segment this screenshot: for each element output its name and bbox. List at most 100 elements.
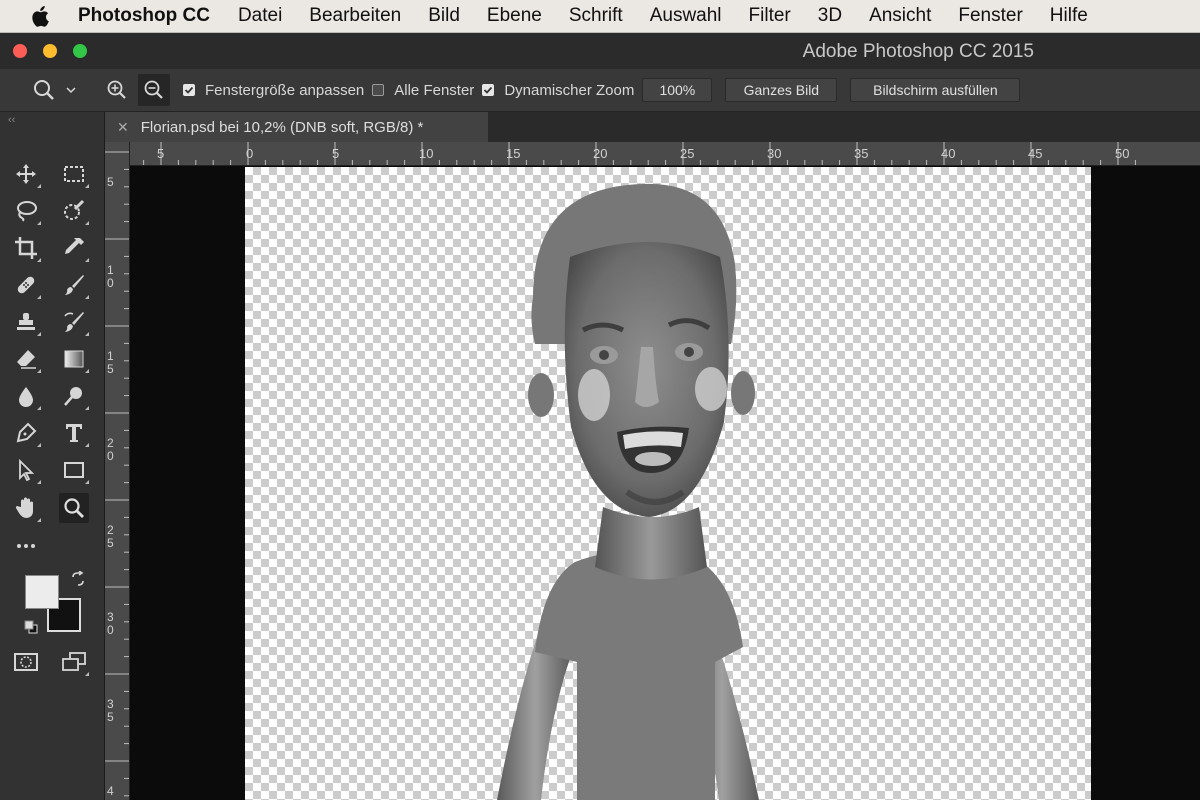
tool-flyout-indicator — [85, 443, 89, 447]
healing-brush-tool[interactable] — [11, 270, 41, 300]
zoom-100-button[interactable]: 100% — [642, 78, 713, 102]
zoom-out-icon — [144, 80, 163, 99]
menu-auswahl[interactable]: Auswahl — [650, 5, 722, 27]
ruler-label: 0 — [246, 146, 254, 161]
menu-3d[interactable]: 3D — [818, 5, 842, 27]
ruler-label: 5 — [157, 146, 165, 161]
document-tab[interactable]: ✕ Florian.psd bei 10,2% (DNB soft, RGB/8… — [105, 112, 488, 142]
tool-flyout-indicator — [37, 480, 41, 484]
type-tool[interactable] — [59, 418, 89, 448]
tool-flyout-indicator — [85, 258, 89, 262]
all-windows-label: Alle Fenster — [394, 81, 475, 99]
window-title: Adobe Photoshop CC 2015 — [802, 41, 1034, 62]
tool-flyout-indicator — [85, 369, 89, 373]
tool-flyout-indicator — [37, 221, 41, 225]
rectangle-tool[interactable] — [59, 455, 89, 485]
tool-flyout-indicator — [37, 258, 41, 262]
dynamic-zoom-checkbox[interactable] — [482, 84, 495, 96]
app-menu-photoshop[interactable]: Photoshop CC — [78, 5, 210, 27]
ruler-label: 45 — [1028, 146, 1043, 161]
document-canvas[interactable] — [245, 167, 1091, 800]
screen-mode-icon — [62, 652, 86, 671]
menu-ebene[interactable]: Ebene — [487, 5, 542, 27]
hand-tool[interactable] — [11, 493, 41, 523]
ruler-label: 4 — [107, 784, 114, 798]
close-tab-icon[interactable]: ✕ — [117, 119, 129, 136]
crop-tool[interactable] — [11, 233, 41, 263]
tool-flyout-indicator — [37, 369, 41, 373]
ruler-label: 25 — [680, 146, 695, 161]
gradient-tool[interactable] — [59, 344, 89, 374]
fit-window-checkbox[interactable] — [183, 84, 195, 96]
zoom-icon — [64, 498, 84, 518]
menu-filter[interactable]: Filter — [749, 5, 791, 27]
tool-preset-picker[interactable] — [28, 78, 78, 102]
marquee-tool[interactable] — [59, 159, 89, 189]
move-icon — [16, 164, 36, 184]
tool-flyout-indicator — [37, 406, 41, 410]
ruler-label: 50 — [1115, 146, 1130, 161]
ruler-label: 20 — [107, 436, 114, 463]
screen-mode-button[interactable] — [59, 647, 89, 677]
crop-icon — [15, 237, 37, 259]
path-selection-tool[interactable] — [11, 455, 41, 485]
fill-screen-button[interactable]: Bildschirm ausfüllen — [850, 78, 1021, 102]
move-tool[interactable] — [11, 159, 41, 189]
menu-hilfe[interactable]: Hilfe — [1050, 5, 1088, 27]
brush-icon — [65, 275, 84, 295]
eraser-tool[interactable] — [11, 344, 41, 374]
tool-flyout-indicator — [37, 518, 41, 522]
collapse-panel-icon[interactable]: ‹‹ — [8, 114, 15, 126]
tool-flyout-indicator — [85, 221, 89, 225]
eraser-icon — [17, 350, 36, 369]
rectangle-icon — [64, 462, 84, 478]
eyedropper-icon — [65, 238, 84, 254]
ruler-label: 5 — [107, 175, 114, 189]
zoom-tool[interactable] — [59, 493, 89, 523]
dodge-tool[interactable] — [59, 381, 89, 411]
zoom-in-button[interactable] — [104, 76, 130, 104]
tool-flyout-indicator — [37, 184, 41, 188]
vertical-ruler[interactable]: 5 10 15 20 25 30 35 4 — [105, 142, 130, 800]
lasso-tool[interactable] — [11, 196, 41, 226]
document-tab-title: Florian.psd bei 10,2% (DNB soft, RGB/8) … — [140, 118, 424, 136]
menu-fenster[interactable]: Fenster — [958, 5, 1022, 27]
minimize-window-button[interactable] — [43, 44, 57, 58]
close-window-button[interactable] — [13, 44, 27, 58]
ruler-label: 10 — [419, 146, 434, 161]
apple-icon[interactable] — [26, 5, 54, 27]
clone-stamp-tool[interactable] — [11, 307, 41, 337]
menu-ansicht[interactable]: Ansicht — [869, 5, 931, 27]
zoom-out-button[interactable] — [138, 74, 170, 106]
menu-schrift[interactable]: Schrift — [569, 5, 623, 27]
more-tools-button[interactable] — [11, 531, 41, 561]
menu-datei[interactable]: Datei — [238, 5, 282, 27]
tool-flyout-indicator — [37, 443, 41, 447]
history-brush-icon — [64, 312, 84, 332]
all-windows-checkbox[interactable] — [372, 84, 385, 96]
fit-window-label: Fenstergröße anpassen — [205, 81, 365, 99]
path-select-icon — [19, 458, 35, 482]
quick-mask-button[interactable] — [11, 647, 41, 677]
default-colors-icon[interactable] — [24, 620, 38, 639]
ruler-label: 20 — [593, 146, 608, 161]
zoom-window-button[interactable] — [73, 44, 87, 58]
quick-select-tool[interactable] — [59, 196, 89, 226]
stamp-icon — [17, 313, 35, 330]
menu-bild[interactable]: Bild — [428, 5, 460, 27]
eyedropper-tool[interactable] — [59, 233, 89, 263]
horizontal-ruler[interactable]: 5 0 5 10 15 20 25 30 35 40 45 50 — [130, 142, 1200, 166]
pen-tool[interactable] — [11, 418, 41, 448]
quick-select-icon — [64, 199, 85, 220]
blur-tool[interactable] — [11, 381, 41, 411]
menu-bearbeiten[interactable]: Bearbeiten — [309, 5, 401, 27]
foreground-color-swatch[interactable] — [25, 575, 59, 609]
fit-screen-button[interactable]: Ganzes Bild — [725, 78, 838, 102]
menu-bar: Photoshop CC Datei Bearbeiten Bild Ebene… — [0, 0, 1200, 33]
tool-flyout-indicator — [85, 672, 89, 676]
history-brush-tool[interactable] — [59, 307, 89, 337]
brush-tool[interactable] — [59, 270, 89, 300]
window-title-bar: Adobe Photoshop CC 2015 — [0, 33, 1200, 69]
ruler-label: 35 — [854, 146, 869, 161]
swap-colors-icon[interactable] — [70, 570, 86, 592]
